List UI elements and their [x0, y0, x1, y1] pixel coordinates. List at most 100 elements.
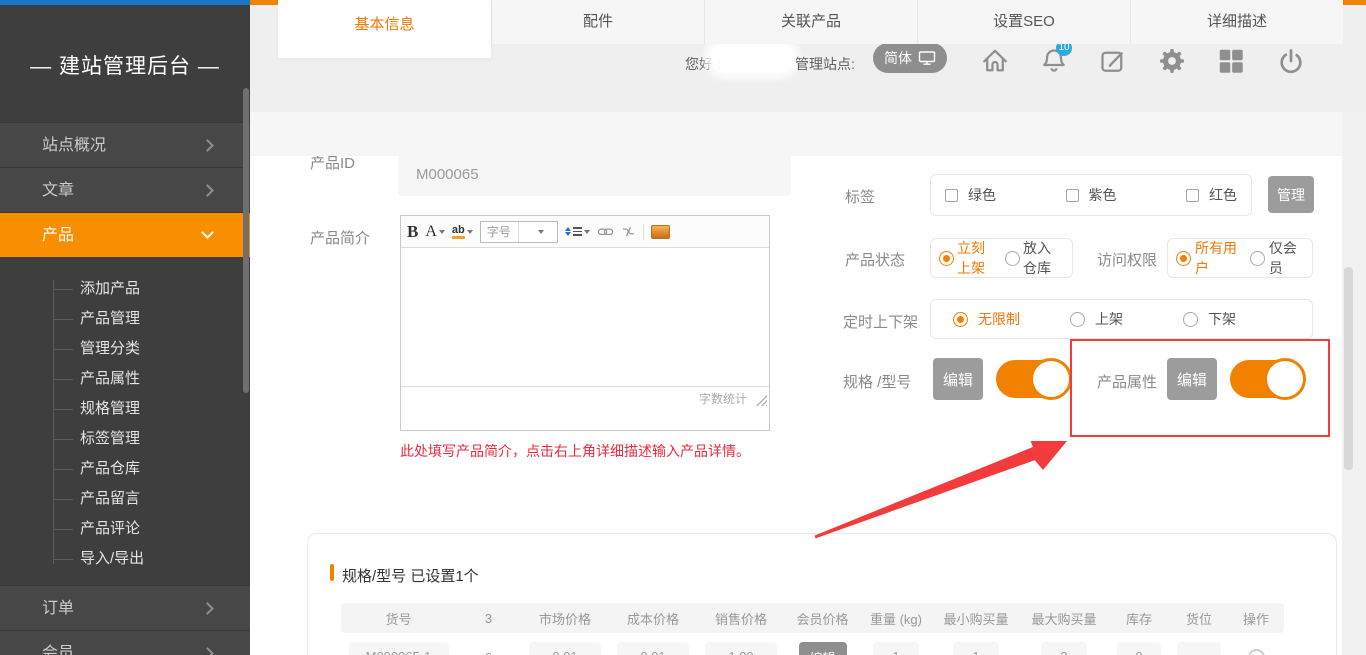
sidebar-item-site-overview[interactable]: 站点概况 — [0, 122, 250, 167]
chevron-down-icon — [201, 226, 214, 239]
remove-link-icon[interactable] — [621, 225, 636, 238]
sidebar-item-products[interactable]: 产品 — [0, 212, 250, 257]
caret-down-icon — [584, 230, 590, 234]
highlight-button[interactable]: ab — [452, 224, 473, 239]
chevron-right-icon — [201, 139, 214, 152]
col-cost-price: 成本价格 — [609, 609, 697, 628]
tab-basic-info[interactable]: 基本信息 — [278, 0, 491, 58]
font-size-select[interactable]: 字号 — [480, 221, 558, 243]
sidebar-item-orders[interactable]: 订单 — [0, 585, 250, 630]
tab-seo[interactable]: 设置SEO — [917, 0, 1130, 44]
col-weight: 重量 (kg) — [860, 609, 932, 628]
radio-icon[interactable] — [1005, 251, 1020, 266]
product-status-box: 立刻上架 放入仓库 — [930, 238, 1073, 278]
intro-helper-note: 此处填写产品简介，点击右上角详细描述输入产品详情。 — [400, 441, 750, 461]
editor-text-area[interactable] — [401, 248, 769, 386]
schedule-box: 无限制 上架 下架 — [930, 299, 1313, 339]
sale-price-input[interactable]: 1.00 — [705, 642, 777, 655]
tag-option-red[interactable]: 红色 — [1186, 185, 1237, 205]
manage-site-label: 管理站点: — [795, 54, 855, 74]
word-count-button[interactable]: 字数统计 — [699, 390, 747, 407]
col-actions: 操作 — [1228, 609, 1284, 628]
tab-bar — [250, 112, 1342, 156]
cost-price-input[interactable]: 0.01 — [617, 642, 689, 655]
checkbox-icon[interactable] — [1186, 189, 1199, 202]
page-scrollbar-thumb[interactable] — [1344, 267, 1353, 470]
language-switch-button[interactable]: 简体 — [873, 43, 947, 73]
checkbox-icon[interactable] — [945, 189, 958, 202]
apps-grid-icon[interactable] — [1216, 46, 1246, 76]
spec-toggle-on[interactable] — [996, 360, 1069, 398]
max-buy-input[interactable]: 3 — [1041, 642, 1087, 655]
radio-icon[interactable] — [1070, 312, 1085, 327]
notifications-bell-icon[interactable]: 10 — [1039, 46, 1069, 76]
language-label: 简体 — [884, 48, 912, 68]
sidebar-subitem-messages[interactable]: 产品留言 — [0, 484, 250, 514]
bold-button[interactable]: B — [407, 222, 418, 242]
edit-icon[interactable] — [1098, 46, 1128, 76]
app-title: — 建站管理后台 — — [0, 50, 250, 80]
radio-icon[interactable] — [1250, 251, 1265, 266]
highlight-glyph: ab — [452, 224, 465, 239]
access-box: 所有用户 仅会员 — [1167, 238, 1313, 278]
sku-input[interactable]: M000065-1 — [349, 642, 449, 655]
line-height-button[interactable] — [565, 227, 590, 236]
caret-down-icon — [467, 230, 473, 234]
sidebar-scrollbar-thumb[interactable] — [243, 88, 249, 393]
sidebar-subitem-spec-manage[interactable]: 规格管理 — [0, 394, 250, 424]
schedule-on-label: 上架 — [1095, 309, 1123, 329]
redacted-username — [710, 43, 794, 73]
sidebar-subitem-product-manage[interactable]: 产品管理 — [0, 304, 250, 334]
tab-accessories[interactable]: 配件 — [491, 0, 704, 44]
col-spec: 3 — [456, 611, 521, 626]
col-max-buy: 最大购买量 — [1020, 609, 1108, 628]
sidebar-subitem-import-export[interactable]: 导入/导出 — [0, 544, 250, 574]
market-price-input[interactable]: 0.01 — [529, 642, 601, 655]
col-min-buy: 最小购买量 — [932, 609, 1020, 628]
insert-image-icon[interactable] — [651, 225, 670, 239]
member-price-edit-button[interactable]: 编辑 — [799, 642, 847, 655]
sidebar-item-label: 文章 — [42, 182, 74, 199]
sidebar-subitem-add-product[interactable]: 添加产品 — [0, 274, 250, 304]
sidebar-subitem-warehouse[interactable]: 产品仓库 — [0, 454, 250, 484]
radio-selected-icon[interactable] — [953, 312, 968, 327]
location-input[interactable] — [1177, 642, 1221, 655]
monitor-icon — [918, 50, 936, 66]
sidebar-item-members[interactable]: 会员 — [0, 630, 250, 655]
resize-handle[interactable] — [755, 394, 767, 406]
sidebar-subitem-product-attrs[interactable]: 产品属性 — [0, 364, 250, 394]
weight-input[interactable]: 1 — [873, 642, 919, 655]
settings-gear-icon[interactable] — [1157, 46, 1187, 76]
power-logout-icon[interactable] — [1276, 46, 1306, 76]
access-on-label: 所有用户 — [1195, 238, 1242, 278]
spec-section-card: 规格/型号 已设置1个 货号 3 市场价格 成本价格 销售价格 会员价格 重量 … — [307, 533, 1337, 655]
radio-selected-icon[interactable] — [1176, 251, 1191, 266]
stock-input[interactable]: 0 — [1117, 642, 1161, 655]
row-action-icon[interactable] — [1248, 649, 1265, 655]
spec-edit-button[interactable]: 编辑 — [933, 358, 983, 400]
radio-selected-icon[interactable] — [939, 251, 954, 266]
sidebar-subitem-reviews[interactable]: 产品评论 — [0, 514, 250, 544]
tab-detail-description[interactable]: 详细描述 — [1130, 0, 1343, 44]
tag-option-green[interactable]: 绿色 — [945, 185, 996, 205]
sidebar-subitem-category-manage[interactable]: 管理分类 — [0, 334, 250, 364]
font-color-button[interactable]: A — [425, 223, 445, 241]
insert-link-icon[interactable] — [597, 226, 614, 238]
access-label: 访问权限 — [1097, 249, 1157, 270]
radio-icon[interactable] — [1183, 312, 1198, 327]
sidebar-item-articles[interactable]: 文章 — [0, 167, 250, 212]
manage-tags-button[interactable]: 管理 — [1268, 176, 1314, 213]
sidebar-menu-bottom: 订单 会员 — [0, 585, 250, 655]
home-icon[interactable] — [980, 46, 1010, 76]
sidebar-subitem-tag-manage[interactable]: 标签管理 — [0, 424, 250, 454]
caret-down-icon — [439, 230, 445, 234]
spec-value: 6 — [456, 650, 521, 655]
tab-related-products[interactable]: 关联产品 — [704, 0, 917, 44]
tag-option-purple[interactable]: 紫色 — [1066, 185, 1117, 205]
min-buy-input[interactable]: 1 — [953, 642, 999, 655]
rich-text-editor: B A ab 字号 — [400, 215, 770, 431]
admin-window: — 建站管理后台 — 站点概况 文章 产品 添加产品 产品管理 管理分类 产品属… — [0, 0, 1366, 655]
checkbox-icon[interactable] — [1066, 189, 1079, 202]
spec-model-label: 规格 /型号 — [843, 371, 911, 392]
toolbar-divider — [643, 224, 644, 240]
